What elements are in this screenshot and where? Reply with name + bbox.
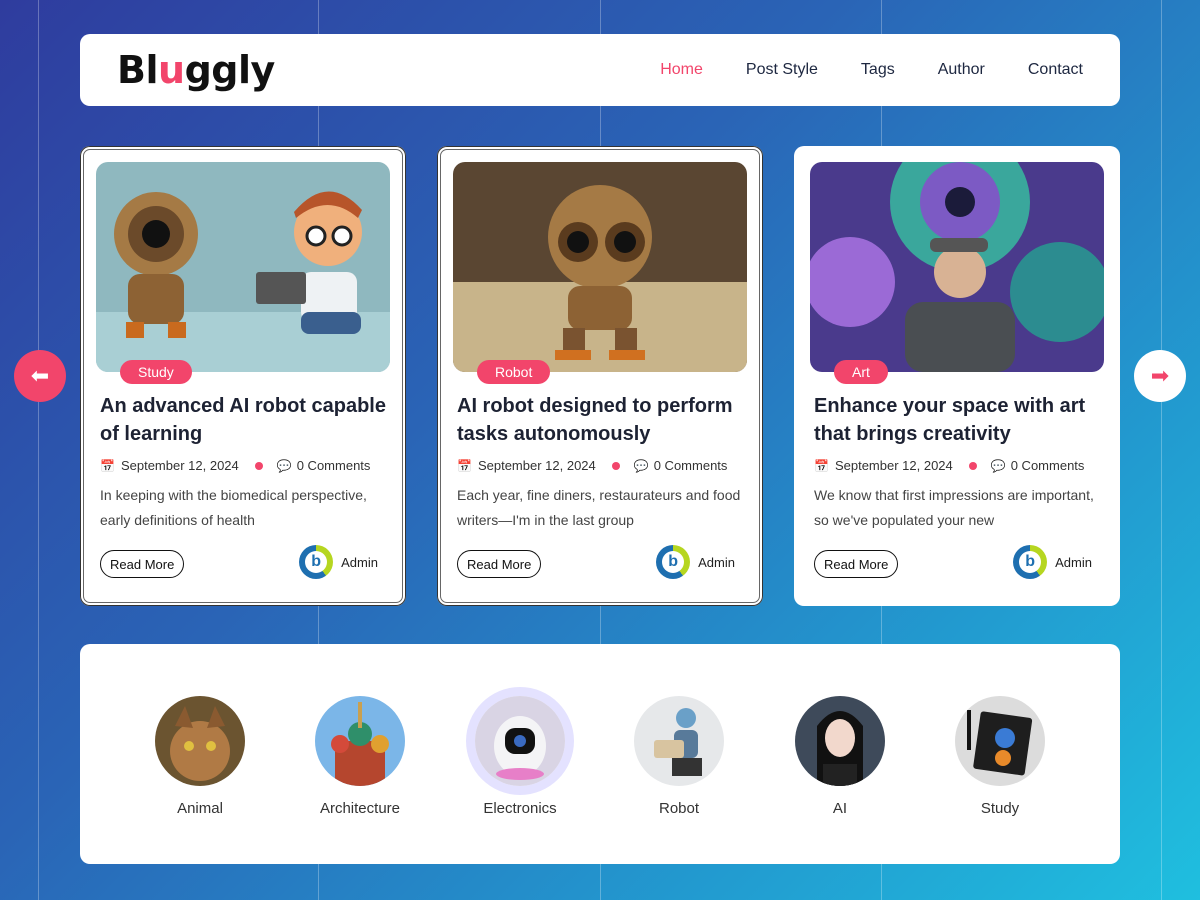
calendar-icon: 📅 <box>814 458 829 473</box>
category-image <box>634 696 724 786</box>
arrow-right-icon: ➡ <box>1150 363 1170 388</box>
site-header: Bluggly Home Post Style Tags Author Cont… <box>80 34 1120 106</box>
post-card[interactable]: Art Enhance your space with art that bri… <box>794 146 1120 606</box>
category-item-robot[interactable]: Robot <box>599 696 759 817</box>
nav-post-style[interactable]: Post Style <box>746 61 818 79</box>
category-label: AI <box>832 800 848 817</box>
post-meta: 📅 September 12, 2024 💬 0 Comments <box>814 458 1084 473</box>
category-badge[interactable]: Study <box>120 360 192 384</box>
calendar-icon: 📅 <box>100 458 115 473</box>
category-strip: Animal Architecture Electronics Robot AI… <box>80 644 1120 864</box>
category-image <box>475 696 565 786</box>
category-image <box>795 696 885 786</box>
category-label: Robot <box>658 800 700 817</box>
separator-dot <box>611 461 620 470</box>
post-title[interactable]: An advanced AI robot capable of learning <box>100 392 400 448</box>
arrow-left-icon: ⬅ <box>30 363 50 388</box>
category-item-study[interactable]: Study <box>920 696 1080 817</box>
nav-home[interactable]: Home <box>660 61 703 79</box>
avatar <box>299 545 334 579</box>
nav-tags[interactable]: Tags <box>861 61 895 79</box>
post-excerpt: Each year, fine diners, restaurateurs an… <box>457 487 741 528</box>
post-meta: 📅 September 12, 2024 💬 0 Comments <box>457 458 727 473</box>
author-name: Admin <box>698 554 735 570</box>
author-name: Admin <box>341 554 378 570</box>
comment-icon: 💬 <box>990 458 1006 473</box>
post-author[interactable]: Admin <box>1013 545 1092 579</box>
calendar-icon: 📅 <box>457 458 472 473</box>
category-image <box>315 696 405 786</box>
nav-contact[interactable]: Contact <box>1028 61 1083 79</box>
post-comments[interactable]: 0 Comments <box>1011 458 1085 473</box>
post-author[interactable]: Admin <box>656 545 735 579</box>
comment-icon: 💬 <box>276 458 292 473</box>
carousel-prev-button[interactable]: ⬅ <box>14 350 66 402</box>
category-label: Architecture <box>319 800 401 817</box>
main-nav: Home Post Style Tags Author Contact <box>617 61 1083 79</box>
read-more-button[interactable]: Read More <box>814 550 899 578</box>
post-excerpt: We know that first impressions are impor… <box>814 487 1094 528</box>
separator-dot <box>254 461 263 470</box>
post-date: September 12, 2024 <box>477 458 596 473</box>
category-badge[interactable]: Art <box>834 360 888 384</box>
site-logo[interactable]: Bluggly <box>117 48 275 92</box>
category-item-ai[interactable]: AI <box>760 696 920 817</box>
category-label: Electronics <box>483 800 557 817</box>
post-card[interactable]: Study An advanced AI robot capable of le… <box>80 146 406 606</box>
post-date: September 12, 2024 <box>120 458 239 473</box>
post-excerpt: In keeping with the biomedical perspecti… <box>100 487 367 528</box>
read-more-button[interactable]: Read More <box>457 550 542 578</box>
post-card[interactable]: Robot AI robot designed to perform tasks… <box>437 146 763 606</box>
category-item-electronics[interactable]: Electronics <box>440 696 600 817</box>
nav-author[interactable]: Author <box>938 61 985 79</box>
category-item-animal[interactable]: Animal <box>120 696 280 817</box>
post-author[interactable]: Admin <box>299 545 378 579</box>
category-image <box>955 696 1045 786</box>
category-item-architecture[interactable]: Architecture <box>280 696 440 817</box>
author-name: Admin <box>1055 554 1092 570</box>
post-comments[interactable]: 0 Comments <box>654 458 728 473</box>
avatar <box>1013 545 1048 579</box>
read-more-button[interactable]: Read More <box>100 550 185 578</box>
avatar <box>656 545 691 579</box>
category-image <box>155 696 245 786</box>
post-thumbnail[interactable] <box>96 162 390 372</box>
category-label: Animal <box>177 800 223 817</box>
comment-icon: 💬 <box>633 458 649 473</box>
separator-dot <box>968 461 977 470</box>
post-title[interactable]: AI robot designed to perform tasks auton… <box>457 392 757 448</box>
carousel-next-button[interactable]: ➡ <box>1134 350 1186 402</box>
category-badge[interactable]: Robot <box>477 360 551 384</box>
post-comments[interactable]: 0 Comments <box>297 458 371 473</box>
post-thumbnail[interactable] <box>810 162 1104 372</box>
category-label: Study <box>980 800 1020 817</box>
post-date: September 12, 2024 <box>834 458 953 473</box>
post-thumbnail[interactable] <box>453 162 747 372</box>
post-meta: 📅 September 12, 2024 💬 0 Comments <box>100 458 370 473</box>
post-title[interactable]: Enhance your space with art that brings … <box>814 392 1114 448</box>
